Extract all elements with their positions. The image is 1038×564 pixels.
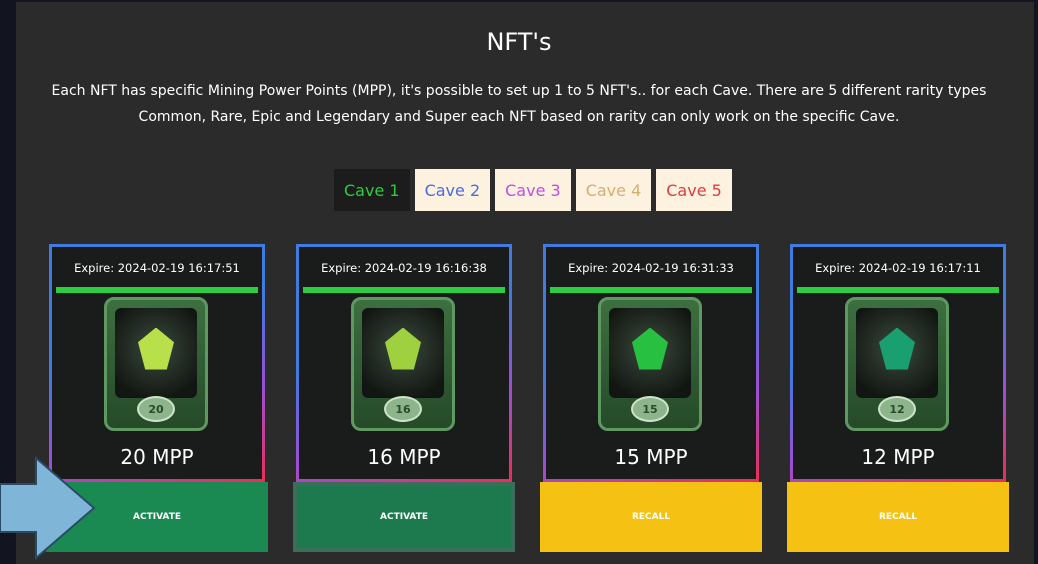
gem-icon xyxy=(632,327,668,370)
level-badge: 15 xyxy=(631,396,669,422)
progress-bar xyxy=(303,287,505,293)
gem-icon xyxy=(385,327,421,370)
section-title: NFT's xyxy=(486,28,552,56)
progress-bar xyxy=(550,287,752,293)
nft-image: 16 xyxy=(351,297,455,431)
mpp-value: 16 MPP xyxy=(367,445,441,469)
pointer-arrow-icon xyxy=(0,455,96,561)
nft-card: Expire: 2024-02-19 16:17:11 12 12 MPP xyxy=(790,244,1006,482)
nft-image: 12 xyxy=(845,297,949,431)
recall-button[interactable]: RECALL xyxy=(787,482,1009,552)
nft-card: Expire: 2024-02-19 16:17:51 20 20 MPP xyxy=(49,244,265,482)
gem-icon xyxy=(138,327,174,370)
level-badge: 16 xyxy=(384,396,422,422)
cave-tabs: Cave 1 Cave 2 Cave 3 Cave 4 Cave 5 xyxy=(334,169,732,211)
expire-label: Expire: 2024-02-19 16:17:11 xyxy=(815,261,981,275)
section-description: Each NFT has specific Mining Power Point… xyxy=(51,83,987,125)
tab-cave-4[interactable]: Cave 4 xyxy=(575,169,652,211)
arrow-shape xyxy=(0,455,96,561)
nft-image: 15 xyxy=(598,297,702,431)
progress-bar xyxy=(797,287,999,293)
activate-button[interactable]: ACTIVATE xyxy=(293,482,515,552)
nft-card: Expire: 2024-02-19 16:16:38 16 16 MPP xyxy=(296,244,512,482)
level-badge: 12 xyxy=(878,396,916,422)
tab-cave-3[interactable]: Cave 3 xyxy=(495,169,571,211)
mpp-value: 12 MPP xyxy=(861,445,935,469)
expire-label: Expire: 2024-02-19 16:31:33 xyxy=(568,261,734,275)
mpp-value: 15 MPP xyxy=(614,445,688,469)
recall-button[interactable]: RECALL xyxy=(540,482,762,552)
nft-image: 20 xyxy=(104,297,208,431)
level-badge: 20 xyxy=(137,396,175,422)
tab-cave-2[interactable]: Cave 2 xyxy=(414,169,491,211)
tab-cave-1[interactable]: Cave 1 xyxy=(334,169,410,211)
expire-label: Expire: 2024-02-19 16:17:51 xyxy=(74,261,240,275)
nft-card: Expire: 2024-02-19 16:31:33 15 15 MPP xyxy=(543,244,759,482)
expire-label: Expire: 2024-02-19 16:16:38 xyxy=(321,261,487,275)
tab-cave-5[interactable]: Cave 5 xyxy=(656,169,732,211)
gem-icon xyxy=(879,327,915,370)
progress-bar xyxy=(56,287,258,293)
